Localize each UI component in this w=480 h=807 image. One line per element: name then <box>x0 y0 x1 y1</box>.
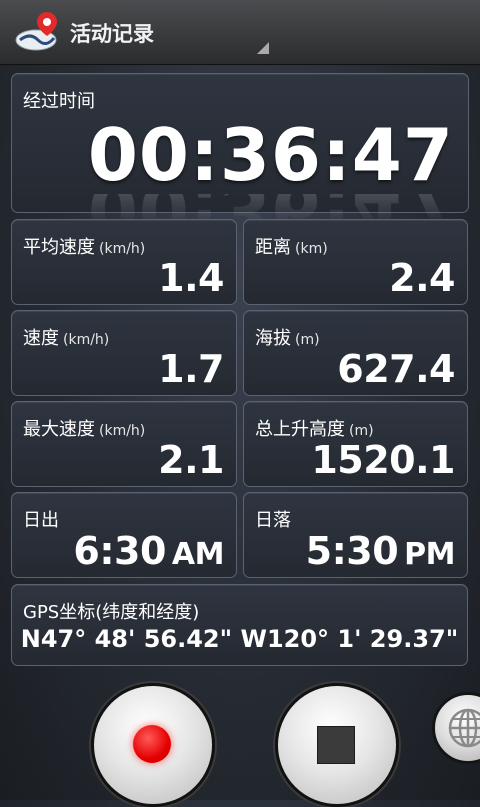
speed-value: 1.7 <box>158 347 224 391</box>
globe-button[interactable] <box>432 692 480 764</box>
sunrise-panel: 日出 6:30 AM <box>11 492 237 578</box>
page-title: 活动记录 <box>70 22 154 46</box>
speed-label: 速度 <box>23 328 59 349</box>
avg-speed-label: 平均速度 <box>23 237 95 258</box>
max-speed-unit: (km/h) <box>99 423 146 439</box>
sunrise-ampm: AM <box>171 537 225 572</box>
overflow-triangle-icon[interactable] <box>257 42 269 54</box>
record-button[interactable] <box>91 683 215 807</box>
total-ascent-unit: (m) <box>349 423 374 439</box>
max-speed-label: 最大速度 <box>23 419 95 440</box>
elapsed-time-value: 00:36:47 <box>87 113 454 197</box>
distance-unit: (km) <box>295 241 328 257</box>
sunrise-time: 6:30 <box>73 529 166 573</box>
stop-icon <box>317 726 355 764</box>
globe-icon <box>448 708 480 748</box>
avg-speed-value: 1.4 <box>158 256 224 300</box>
sunset-ampm: PM <box>404 537 455 572</box>
stop-button[interactable] <box>275 683 399 807</box>
distance-value: 2.4 <box>389 256 455 300</box>
title-bar: 活动记录 <box>0 0 480 65</box>
max-speed-value: 2.1 <box>158 438 224 482</box>
sunrise-label: 日出 <box>23 510 59 531</box>
avg-speed-unit: (km/h) <box>99 241 146 257</box>
gps-panel: GPS坐标(纬度和经度) N47° 48' 56.42" W120° 1' 29… <box>11 584 468 666</box>
gps-value: N47° 48' 56.42" W120° 1' 29.37" <box>20 625 459 653</box>
elapsed-time-panel: 经过时间 00:36:47 00:36:47 <box>11 73 469 224</box>
map-pin-logo-icon <box>15 12 57 51</box>
gps-label: GPS坐标(纬度和经度) <box>23 602 200 623</box>
elapsed-time-label: 经过时间 <box>23 91 95 112</box>
sunset-time: 5:30 <box>305 529 399 573</box>
altitude-label: 海拔 <box>255 328 291 349</box>
altitude-unit: (m) <box>295 332 320 348</box>
speed-panel: 速度 (km/h) 1.7 <box>11 310 237 396</box>
altitude-value: 627.4 <box>337 347 455 391</box>
total-ascent-value: 1520.1 <box>311 438 455 482</box>
sunset-panel: 日落 5:30 PM <box>243 492 468 578</box>
distance-panel: 距离 (km) 2.4 <box>243 219 468 305</box>
total-ascent-panel: 总上升高度 (m) 1520.1 <box>243 401 468 487</box>
record-icon <box>133 725 171 763</box>
sunset-label: 日落 <box>255 510 291 531</box>
altitude-panel: 海拔 (m) 627.4 <box>243 310 468 396</box>
max-speed-panel: 最大速度 (km/h) 2.1 <box>11 401 237 487</box>
total-ascent-label: 总上升高度 <box>255 419 345 440</box>
avg-speed-panel: 平均速度 (km/h) 1.4 <box>11 219 237 305</box>
speed-unit: (km/h) <box>63 332 110 348</box>
distance-label: 距离 <box>255 237 291 258</box>
